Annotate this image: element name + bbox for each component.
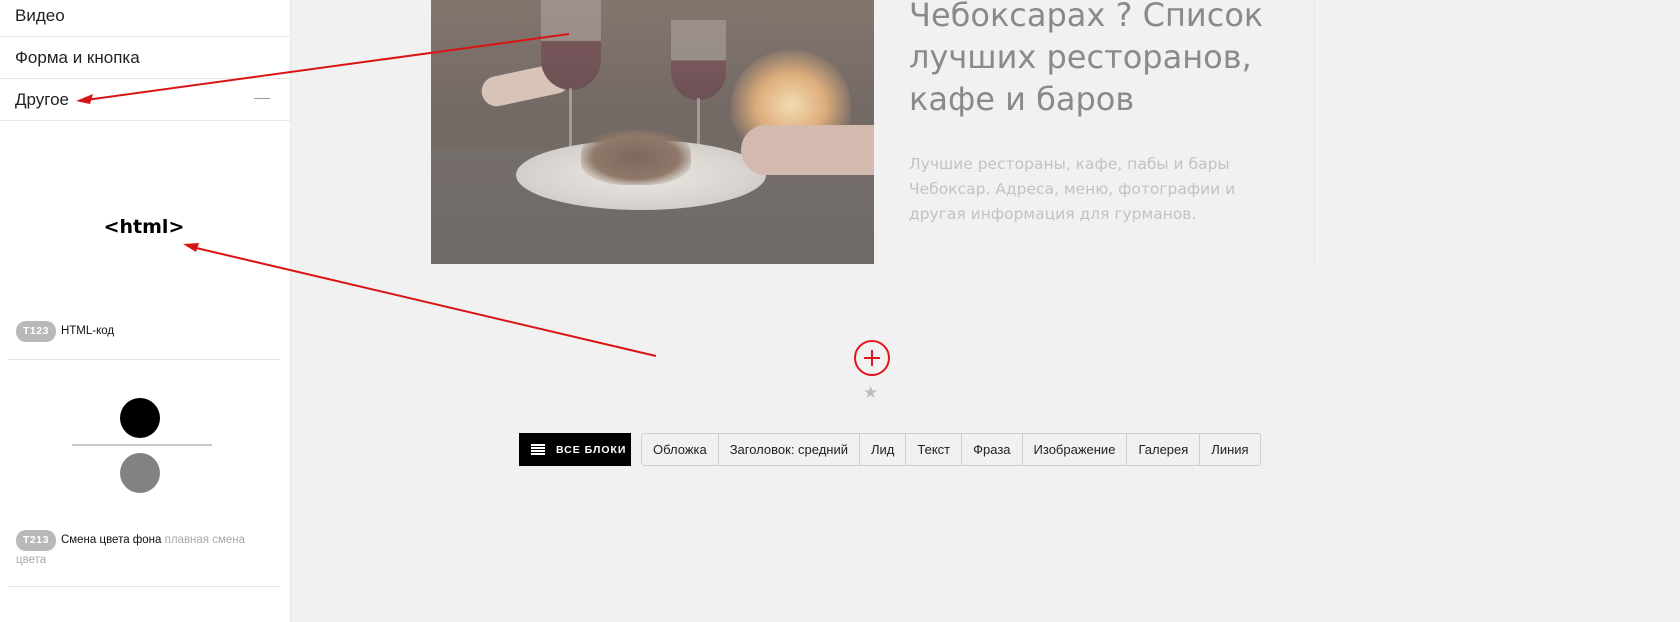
annotation-arrow <box>85 33 570 101</box>
annotation-arrows <box>76 33 657 357</box>
annotation-arrow <box>191 246 657 357</box>
arrowhead-icon <box>76 94 93 104</box>
arrowhead-icon <box>183 243 199 252</box>
